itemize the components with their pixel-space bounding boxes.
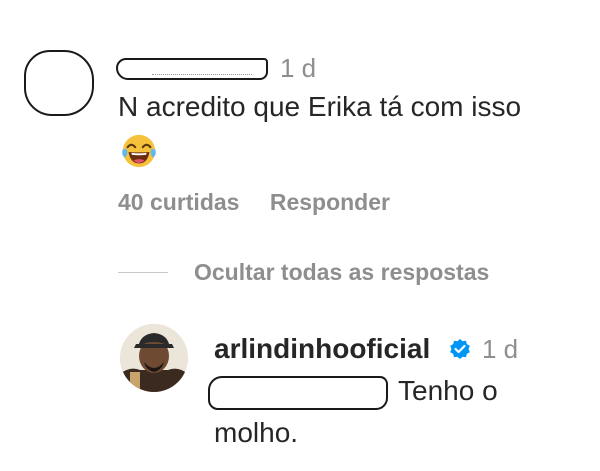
comment-actions: 40 curtidas Responder xyxy=(118,186,390,218)
laughing-emoji-icon xyxy=(122,134,156,168)
reply-button[interactable]: Responder xyxy=(270,186,390,218)
verified-badge-icon xyxy=(450,339,470,359)
replies-divider xyxy=(118,272,168,273)
comment-timestamp: 1 d xyxy=(280,53,317,83)
hide-replies-button[interactable]: Ocultar todas as respostas xyxy=(194,256,489,288)
reply-text-line1: Tenho o xyxy=(398,375,498,406)
reply-timestamp: 1 d xyxy=(482,334,519,364)
likes-count[interactable]: 40 curtidas xyxy=(118,186,239,218)
comment-thread: 1 d N acredito que Erika tá com isso 40 … xyxy=(0,0,600,471)
comment-text: N acredito que Erika tá com isso xyxy=(118,91,522,122)
redacted-mention[interactable] xyxy=(208,376,388,410)
avatar[interactable] xyxy=(120,324,188,392)
redaction-scribble xyxy=(152,64,252,75)
reply-text-line2: molho. xyxy=(214,417,299,448)
redacted-avatar[interactable] xyxy=(24,50,94,116)
reply-username[interactable]: arlindinhooficial xyxy=(214,332,430,366)
profile-photo-icon xyxy=(120,324,188,392)
